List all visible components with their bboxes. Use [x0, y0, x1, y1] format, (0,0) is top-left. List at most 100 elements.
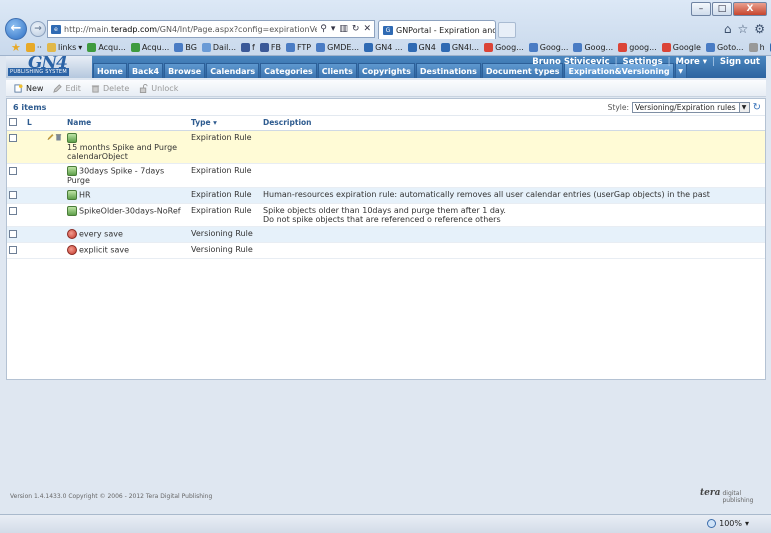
settings-link[interactable]: Settings	[623, 57, 663, 67]
select-all-checkbox[interactable]	[9, 118, 17, 127]
favorite-item[interactable]: Google	[661, 42, 701, 52]
nav-tab-categories[interactable]: Categories	[260, 63, 317, 78]
url-path: /GN4/Int/Page.aspx?config=expirationVers…	[157, 24, 317, 34]
dropdown-arrow-icon[interactable]: ▾	[331, 24, 336, 34]
favorite-item[interactable]: GN4	[407, 42, 436, 52]
refresh-icon[interactable]: ↻	[753, 102, 761, 113]
browser-tab-active[interactable]: G GNPortal - Expiration and V... ✕	[378, 20, 496, 39]
address-bar[interactable]: e http://main.teradp.com/GN4/Int/Page.as…	[47, 20, 375, 38]
favorite-item[interactable]: Dail...	[201, 42, 236, 52]
favorite-item[interactable]: Goto...	[705, 42, 744, 52]
more-menu[interactable]: More ▾	[676, 57, 707, 67]
table-row[interactable]: SpikeOlder-30days-NoRef Expiration Rule …	[7, 203, 765, 227]
table-row[interactable]: 15 months Spike and Purge calendarObject…	[7, 130, 765, 164]
new-tab-button[interactable]	[498, 22, 516, 38]
gn4-logo[interactable]: GN4 PUBLISHING SYSTEM	[6, 56, 92, 78]
favorite-item[interactable]: goog...	[618, 42, 657, 52]
row-checkbox[interactable]	[9, 245, 17, 254]
sign-out-link[interactable]: Sign out	[720, 57, 760, 67]
row-name[interactable]: 30days Spike - 7days Purge	[67, 166, 164, 185]
delete-button[interactable]: Delete	[89, 84, 135, 93]
row-checkbox-cell[interactable]	[7, 226, 25, 243]
back-button[interactable]: ←	[5, 18, 27, 40]
column-header-l[interactable]: L	[25, 116, 65, 131]
favorite-item[interactable]: f	[241, 42, 255, 52]
row-name[interactable]: 15 months Spike and Purge calendarObject	[67, 143, 177, 161]
home-icon[interactable]: ⌂	[724, 22, 732, 36]
row-name[interactable]: explicit save	[79, 245, 129, 254]
new-button[interactable]: New	[12, 84, 49, 93]
row-description	[261, 130, 765, 164]
table-row[interactable]: explicit save Versioning Rule	[7, 242, 765, 259]
nav-tab-back4[interactable]: Back4	[127, 63, 164, 78]
column-header-type[interactable]: Type ▾	[189, 116, 261, 131]
nav-tab-destinations[interactable]: Destinations	[415, 63, 481, 78]
table-row[interactable]: every save Versioning Rule	[7, 226, 765, 243]
style-select[interactable]: Versioning/Expiration rules ▼	[632, 101, 750, 113]
column-header-name[interactable]: Name	[65, 116, 189, 131]
minimize-button[interactable]: –	[691, 2, 711, 16]
row-name[interactable]: SpikeOlder-30days-NoRef	[79, 206, 181, 215]
maximize-button[interactable]: □	[712, 2, 732, 16]
unlock-button[interactable]: Unlock	[137, 84, 184, 93]
forward-button[interactable]: →	[30, 21, 46, 37]
nav-tab-browse[interactable]: Browse	[164, 63, 206, 78]
table-row[interactable]: HR Expiration Rule Human-resources expir…	[7, 187, 765, 204]
rules-table: L Name Type ▾ Description 15 months Spik…	[7, 116, 765, 259]
row-checkbox[interactable]	[9, 190, 17, 199]
favorite-folder-links[interactable]: links ▾	[46, 42, 82, 52]
favorite-item[interactable]: FB	[259, 42, 281, 52]
favorite-item[interactable]: GMDE...	[316, 42, 359, 52]
edit-button[interactable]: Edit	[51, 84, 87, 93]
nav-tab-copyrights[interactable]: Copyrights	[357, 63, 415, 78]
compat-view-icon[interactable]: ▥	[339, 24, 348, 34]
favorite-item[interactable]: Goog...	[484, 42, 524, 52]
row-checkbox[interactable]	[9, 206, 17, 215]
favorite-item[interactable]: ··	[25, 42, 42, 52]
favorite-item[interactable]: Goog...	[528, 42, 568, 52]
zoom-control[interactable]: 100% ▾	[707, 519, 749, 528]
row-description	[261, 226, 765, 243]
favorite-item[interactable]: Acqu...	[130, 42, 169, 52]
favorites-star-icon[interactable]: ★	[11, 41, 21, 54]
favorite-item[interactable]: h	[748, 42, 765, 52]
expiration-rule-icon	[67, 132, 77, 143]
search-icon[interactable]: ⚲	[320, 24, 327, 34]
gear-icon[interactable]: ⚙	[754, 22, 765, 36]
favorite-item[interactable]: Acqu...	[87, 42, 126, 52]
favorite-item[interactable]: BG	[174, 42, 197, 52]
user-name[interactable]: Bruno Stivicevic	[532, 57, 609, 67]
favorite-item[interactable]: GN4 ...	[364, 42, 403, 52]
row-checkbox-cell[interactable]	[7, 242, 25, 259]
nav-tab-calendars[interactable]: Calendars	[206, 63, 260, 78]
row-checkbox-cell[interactable]	[7, 163, 25, 188]
close-window-button[interactable]: X	[733, 2, 767, 16]
row-checkbox[interactable]	[9, 166, 17, 175]
stop-icon[interactable]: ✕	[363, 24, 371, 34]
row-checkbox-cell[interactable]	[7, 130, 25, 164]
table-row[interactable]: 30days Spike - 7days Purge Expiration Ru…	[7, 163, 765, 188]
select-all-cell[interactable]	[7, 116, 25, 131]
row-checkbox[interactable]	[9, 133, 17, 142]
refresh-icon[interactable]: ↻	[352, 24, 360, 34]
trash-icon[interactable]	[55, 133, 62, 141]
favorites-star-icon[interactable]: ☆	[737, 22, 748, 36]
row-checkbox[interactable]	[9, 229, 17, 238]
column-header-description[interactable]: Description	[261, 116, 765, 131]
row-name[interactable]: HR	[79, 190, 91, 199]
edit-row-icon[interactable]	[47, 133, 54, 141]
row-checkbox-cell[interactable]	[7, 203, 25, 227]
row-checkbox-cell[interactable]	[7, 187, 25, 204]
separator: |	[614, 57, 618, 67]
app-header: GN4 PUBLISHING SYSTEM Home Back4 Browse …	[6, 56, 766, 78]
edit-label: Edit	[65, 83, 81, 93]
favorite-label: Google	[672, 42, 701, 52]
row-name[interactable]: every save	[79, 229, 123, 238]
address-url[interactable]: http://main.teradp.com/GN4/Int/Page.aspx…	[64, 25, 317, 34]
nav-tab-home[interactable]: Home	[93, 63, 127, 78]
nav-tab-clients[interactable]: Clients	[317, 63, 357, 78]
favorite-icon	[573, 42, 583, 52]
favorite-item[interactable]: Goog...	[573, 42, 613, 52]
favorite-item[interactable]: FTP	[285, 42, 311, 52]
favorite-item[interactable]: GN4I...	[440, 42, 479, 52]
